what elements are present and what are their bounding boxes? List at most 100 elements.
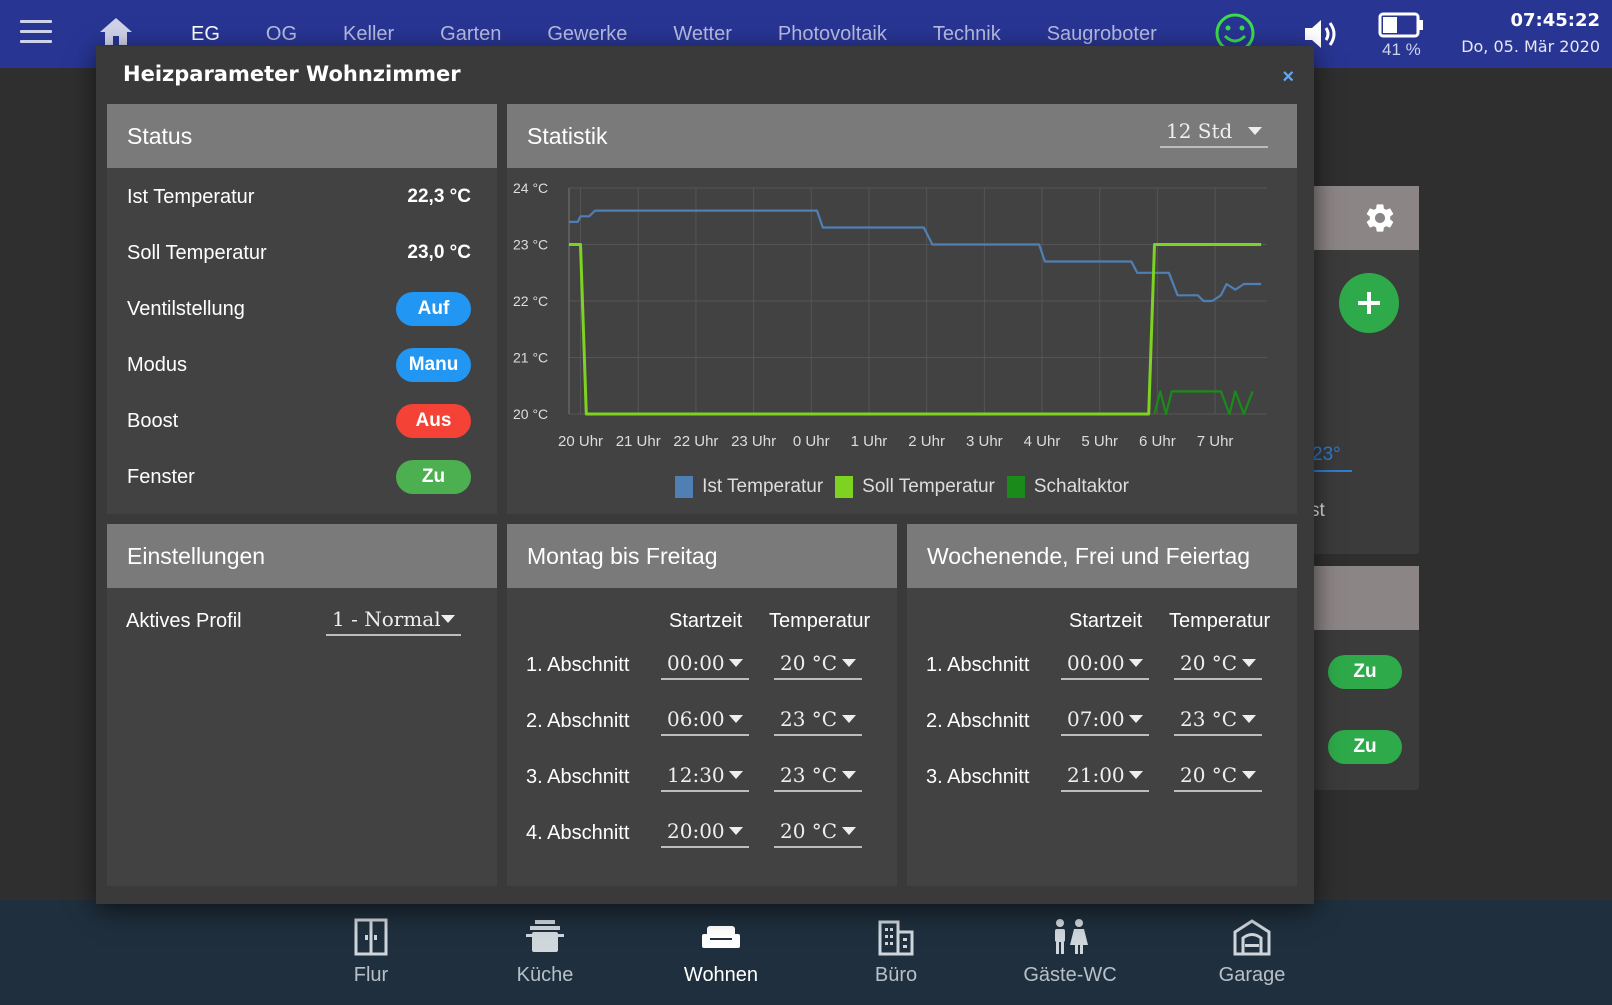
section-label: 1. Abschnitt [526,654,630,676]
chevron-down-icon [1242,659,1256,667]
legend-soll[interactable]: Soll Temperatur [835,476,995,498]
section-label: 1. Abschnitt [926,654,1030,676]
y-tick-label: 20 °C [513,406,548,422]
chevron-down-icon [441,615,455,623]
valve-row: Ventilstellung Auf [127,292,471,326]
room-label: Garage [1218,964,1286,986]
background-panel-2-header [1300,566,1419,630]
room-kueche[interactable]: Küche [485,918,605,987]
start-time-select[interactable]: 07:00 [1061,704,1149,736]
room-flur[interactable]: Flur [311,918,431,987]
x-tick-label: 7 Uhr [1197,433,1234,450]
temperature-select[interactable]: 23 °C [774,704,862,736]
hamburger-menu-icon[interactable] [20,20,52,46]
section-label: 4. Abschnitt [526,822,630,844]
legend-swatch-ist [675,476,694,498]
boost-badge[interactable]: Aus [396,404,471,438]
nav-photovoltaik[interactable]: Photovoltaik [755,23,910,46]
room-bar: Flur Küche Wohnen Büro Gäste-WC Garage [0,900,1612,1005]
x-tick-label: 0 Uhr [793,433,830,450]
temperature-value: 23 °C [1180,707,1238,731]
chevron-down-icon [1242,771,1256,779]
legend-label: Soll Temperatur [862,476,995,497]
background-window-pill-2: Zu [1328,730,1402,764]
nav-saugroboter[interactable]: Saugroboter [1024,23,1180,46]
active-profile-value: 1 - Normal [332,607,441,631]
statistics-range-select[interactable]: 12 Std [1160,116,1268,148]
window-row: Fenster Zu [127,460,471,494]
chevron-down-icon [842,659,856,667]
chevron-down-icon [729,715,743,723]
soll-temperature-value: 23,0 °C [407,242,471,263]
nav-keller[interactable]: Keller [320,23,417,46]
temperature-select[interactable]: 23 °C [1174,704,1262,736]
settings-card-title: Einstellungen [107,524,497,588]
room-garage[interactable]: Garage [1192,918,1312,987]
section-label: 3. Abschnitt [526,766,630,788]
startzeit-header: Startzeit [1069,610,1143,632]
start-time-select[interactable]: 06:00 [661,704,749,736]
nav-wetter[interactable]: Wetter [650,23,755,46]
y-tick-label: 22 °C [513,293,548,309]
start-time-value: 07:00 [1067,707,1125,731]
nav-og[interactable]: OG [243,23,320,46]
room-buero[interactable]: Büro [836,918,956,987]
startzeit-header: Startzeit [669,610,743,632]
temperature-select[interactable]: 23 °C [774,760,862,792]
chevron-down-icon [842,771,856,779]
chevron-down-icon [729,659,743,667]
chevron-down-icon [1129,771,1143,779]
temperature-select[interactable]: 20 °C [1174,648,1262,680]
start-time-value: 21:00 [1067,763,1125,787]
temperature-select[interactable]: 20 °C [774,816,862,848]
background-panel [1300,186,1419,554]
room-label: Gäste-WC [1023,964,1117,986]
y-tick-label: 24 °C [513,180,548,196]
heating-dialog: Heizparameter Wohnzimmer × Status Ist Te… [96,46,1314,904]
legend-schaltaktor[interactable]: Schaltaktor [1006,476,1129,498]
start-time-select[interactable]: 00:00 [661,648,749,680]
chevron-down-icon [842,827,856,835]
ist-temperature-value: 22,3 °C [407,186,471,207]
temperature-select[interactable]: 20 °C [774,648,862,680]
home-icon[interactable] [98,16,134,46]
boost-row: Boost Aus [127,404,471,438]
x-tick-label: 4 Uhr [1024,433,1061,450]
gear-icon[interactable] [1363,201,1397,235]
statistics-range-value: 12 Std [1166,119,1233,143]
close-icon[interactable]: × [1282,66,1294,89]
legend-ist[interactable]: Ist Temperatur [675,476,823,498]
x-tick-label: 21 Uhr [616,433,661,450]
chevron-down-icon [729,771,743,779]
start-time-select[interactable]: 00:00 [1061,648,1149,680]
nav-technik[interactable]: Technik [910,23,1024,46]
section-label: 3. Abschnitt [926,766,1030,788]
mode-row: Modus Manu [127,348,471,382]
temperature-select[interactable]: 20 °C [1174,760,1262,792]
room-wohnen[interactable]: Wohnen [661,918,781,987]
nav-gewerke[interactable]: Gewerke [524,23,650,46]
start-time-select[interactable]: 21:00 [1061,760,1149,792]
mode-badge[interactable]: Manu [396,348,471,382]
start-time-select[interactable]: 20:00 [661,816,749,848]
plus-icon [1358,292,1380,314]
nav-eg[interactable]: EG [168,23,243,46]
pot-icon [526,920,564,952]
section-label: 2. Abschnitt [926,710,1030,732]
temperature-value: 23 °C [780,763,838,787]
door-icon [354,918,388,956]
room-gaeste-wc[interactable]: Gäste-WC [1010,918,1130,987]
start-time-value: 20:00 [667,819,725,843]
add-button[interactable] [1339,273,1399,333]
nav-garten[interactable]: Garten [417,23,524,46]
start-time-select[interactable]: 12:30 [661,760,749,792]
x-tick-label: 22 Uhr [673,433,718,450]
start-time-value: 00:00 [1067,651,1125,675]
start-time-value: 12:30 [667,763,725,787]
clock-time: 07:45:22 [1510,10,1600,31]
legend-swatch-soll [835,476,854,498]
active-profile-select[interactable]: 1 - Normal [326,604,461,636]
temperature-value: 20 °C [780,651,838,675]
weekend-schedule-title: Wochenende, Frei und Feiertag [907,524,1297,588]
chevron-down-icon [1129,659,1143,667]
